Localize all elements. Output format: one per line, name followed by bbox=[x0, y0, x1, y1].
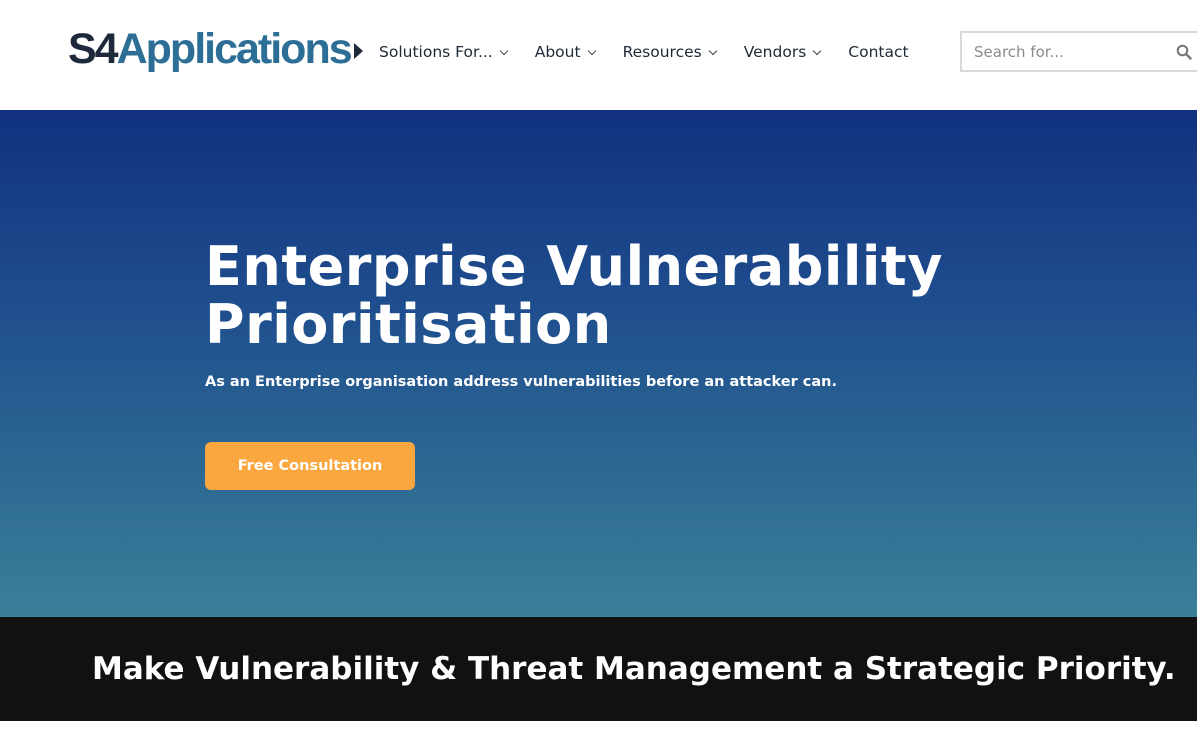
hero-section: Enterprise Vulnerability Prioritisation … bbox=[0, 110, 1197, 617]
nav-item-contact[interactable]: Contact bbox=[848, 43, 908, 61]
logo-arrow-icon bbox=[353, 43, 363, 59]
chevron-down-icon bbox=[499, 46, 508, 55]
nav-item-about[interactable]: About bbox=[534, 43, 596, 61]
nav-item-label: About bbox=[534, 43, 581, 61]
nav-item-label: Resources bbox=[622, 43, 702, 61]
main-nav: Solutions For... About Resources Vendors… bbox=[379, 38, 909, 66]
nav-item-vendors[interactable]: Vendors bbox=[743, 43, 822, 61]
hero-subtitle: As an Enterprise organisation address vu… bbox=[205, 374, 838, 390]
logo-text-applications: Applications bbox=[116, 24, 353, 73]
tagline-text: Make Vulnerability & Threat Management a… bbox=[92, 651, 1176, 687]
nav-item-resources[interactable]: Resources bbox=[622, 43, 717, 61]
page: S4 Applications Solutions For... About R… bbox=[0, 0, 1197, 751]
free-consultation-button[interactable]: Free Consultation bbox=[205, 442, 415, 490]
chevron-down-icon bbox=[587, 46, 596, 55]
nav-item-label: Contact bbox=[848, 43, 909, 61]
tagline-band: Make Vulnerability & Threat Management a… bbox=[0, 617, 1197, 721]
chevron-down-icon bbox=[813, 46, 822, 55]
nav-item-label: Solutions For... bbox=[379, 43, 493, 61]
site-header: S4 Applications Solutions For... About R… bbox=[0, 0, 1197, 110]
nav-item-label: Vendors bbox=[743, 43, 807, 61]
hero-title: Enterprise Vulnerability Prioritisation bbox=[205, 235, 943, 356]
chevron-down-icon bbox=[708, 46, 717, 55]
site-logo[interactable]: S4 Applications bbox=[68, 24, 363, 74]
nav-item-solutions[interactable]: Solutions For... bbox=[379, 43, 508, 61]
search-input[interactable] bbox=[962, 33, 1162, 70]
logo-text-s4: S4 bbox=[68, 24, 119, 73]
search-icon[interactable] bbox=[1176, 44, 1192, 60]
search-box bbox=[960, 31, 1197, 72]
